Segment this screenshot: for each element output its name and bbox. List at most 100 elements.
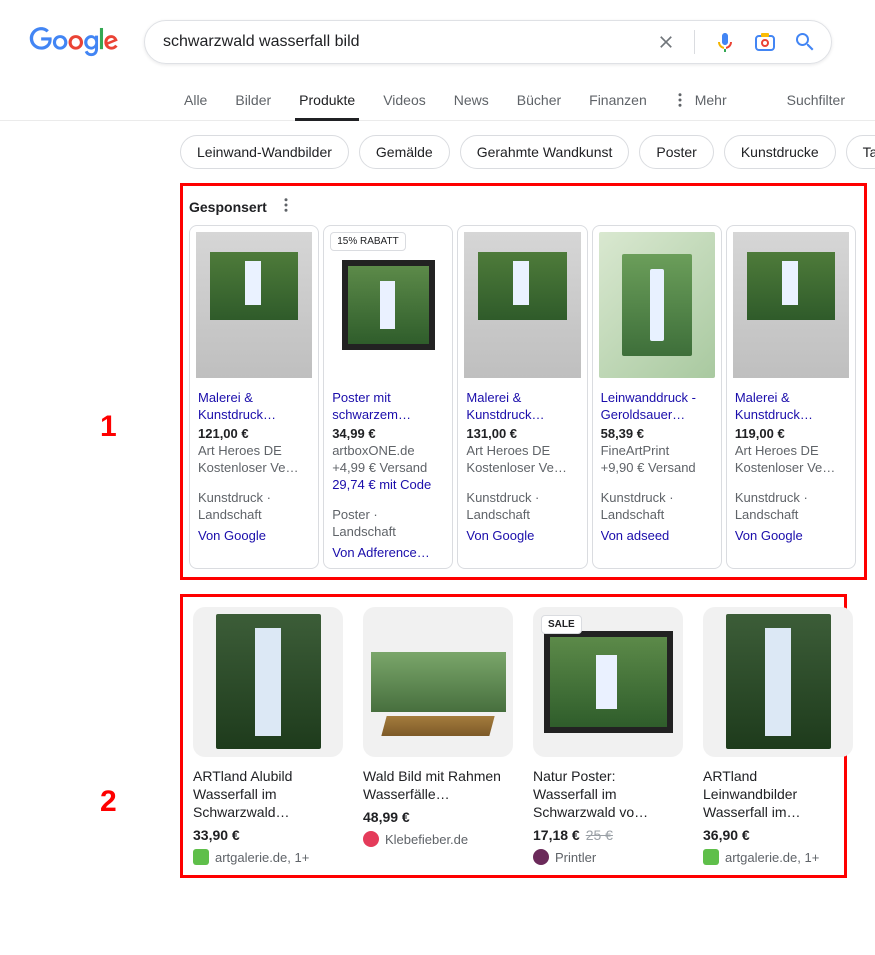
product-price: 121,00 €	[198, 426, 310, 441]
product-price: 58,39 €	[601, 426, 713, 441]
image-search-icon[interactable]	[753, 30, 777, 54]
product-seller: Printler	[533, 849, 683, 865]
sponsored-section: Gesponsert Malerei & Kunstdruck… 121,00 …	[180, 183, 867, 580]
product-source: Von Google	[198, 528, 310, 543]
organic-section: ARTland Alubild Wasserfall im Schwarzwal…	[180, 594, 847, 879]
product-title: Malerei & Kunstdruck…	[466, 390, 578, 424]
product-seller: Art Heroes DE	[735, 443, 847, 458]
product-promo: 29,74 € mit Code	[332, 477, 444, 492]
sponsored-cards: Malerei & Kunstdruck… 121,00 € Art Heroe…	[189, 225, 856, 569]
product-shipping: Kostenloser Ve…	[198, 460, 310, 475]
product-type: Kunstdruck ·Landschaft	[198, 489, 310, 524]
product-price: 119,00 €	[735, 426, 847, 441]
filter-chips: Leinwand-Wandbilder Gemälde Gerahmte Wan…	[0, 121, 875, 183]
search-input[interactable]	[159, 33, 656, 51]
product-type: Poster ·Landschaft	[332, 506, 444, 541]
sale-badge: SALE	[541, 615, 582, 634]
product-image	[190, 226, 318, 384]
product-title: Malerei & Kunstdruck…	[198, 390, 310, 424]
product-type: Kunstdruck ·Landschaft	[466, 489, 578, 524]
product-image: SALE	[533, 607, 683, 757]
product-price: 34,99 €	[332, 426, 444, 441]
favicon-icon	[363, 831, 379, 847]
chip[interactable]: Gemälde	[359, 135, 450, 169]
organic-card[interactable]: SALE Natur Poster: Wasserfall im Schwarz…	[533, 607, 683, 866]
chip[interactable]: Kunstdrucke	[724, 135, 836, 169]
product-source: Von Google	[466, 528, 578, 543]
product-image	[363, 607, 513, 757]
product-shipping: +4,99 € Versand	[332, 460, 444, 475]
tab-news[interactable]: News	[450, 80, 493, 120]
product-price: 48,99 €	[363, 809, 513, 825]
search-filter[interactable]: Suchfilter	[787, 92, 845, 108]
sponsored-card[interactable]: 15% RABATT Poster mit schwarzem… 34,99 €…	[323, 225, 453, 569]
product-price: 36,90 €	[703, 827, 853, 843]
favicon-icon	[193, 849, 209, 865]
product-price: 131,00 €	[466, 426, 578, 441]
product-type: Kunstdruck ·Landschaft	[735, 489, 847, 524]
clear-icon[interactable]	[656, 32, 676, 52]
product-title: Natur Poster: Wasserfall im Schwarzwald …	[533, 767, 683, 822]
product-price: 33,90 €	[193, 827, 343, 843]
product-image: 15% RABATT	[324, 226, 452, 384]
content: Gesponsert Malerei & Kunstdruck… 121,00 …	[0, 183, 875, 878]
product-image	[458, 226, 586, 384]
product-title: ARTland Alubild Wasserfall im Schwarzwal…	[193, 767, 343, 822]
google-logo[interactable]	[28, 27, 120, 57]
product-seller: Art Heroes DE	[466, 443, 578, 458]
product-source: Von adseed	[601, 528, 713, 543]
organic-card[interactable]: ARTland Alubild Wasserfall im Schwarzwal…	[193, 607, 343, 866]
sponsored-card[interactable]: Leinwanddruck - Geroldsauer… 58,39 € Fin…	[592, 225, 722, 569]
product-source: Von Adference…	[332, 545, 444, 560]
organic-card[interactable]: ARTland Leinwandbilder Wasserfall im… 36…	[703, 607, 853, 866]
discount-badge: 15% RABATT	[330, 232, 406, 251]
search-icon[interactable]	[793, 30, 817, 54]
annotation-marker-2: 2	[100, 785, 117, 819]
tab-finance[interactable]: Finanzen	[585, 80, 651, 120]
info-icon[interactable]	[277, 196, 295, 217]
tab-images[interactable]: Bilder	[231, 80, 275, 120]
product-price: 17,18 €25 €	[533, 827, 683, 843]
tab-all[interactable]: Alle	[180, 80, 211, 120]
chip[interactable]: Poster	[639, 135, 713, 169]
organic-card[interactable]: Wald Bild mit Rahmen Wasserfälle… 48,99 …	[363, 607, 513, 866]
header	[0, 0, 875, 74]
product-title: Wald Bild mit Rahmen Wasserfälle…	[363, 767, 513, 803]
product-image	[593, 226, 721, 384]
annotation-marker-1: 1	[100, 410, 117, 444]
product-seller: artgalerie.de, 1+	[193, 849, 343, 865]
sponsored-card[interactable]: Malerei & Kunstdruck… 119,00 € Art Heroe…	[726, 225, 856, 569]
organic-cards: ARTland Alubild Wasserfall im Schwarzwal…	[193, 607, 834, 866]
product-seller: artgalerie.de, 1+	[703, 849, 853, 865]
product-seller: FineArtPrint	[601, 443, 713, 458]
sponsored-card[interactable]: Malerei & Kunstdruck… 121,00 € Art Heroe…	[189, 225, 319, 569]
product-image	[727, 226, 855, 384]
product-image	[703, 607, 853, 757]
separator	[694, 30, 695, 54]
dots-vertical-icon	[671, 91, 689, 109]
original-price: 25 €	[586, 827, 613, 843]
tab-products[interactable]: Produkte	[295, 80, 359, 120]
favicon-icon	[533, 849, 549, 865]
sponsored-label: Gesponsert	[189, 199, 267, 215]
sponsored-header: Gesponsert	[189, 192, 856, 225]
product-title: Poster mit schwarzem…	[332, 390, 444, 424]
product-title: ARTland Leinwandbilder Wasserfall im…	[703, 767, 853, 822]
product-title: Leinwanddruck - Geroldsauer…	[601, 390, 713, 424]
product-shipping: +9,90 € Versand	[601, 460, 713, 475]
product-image	[193, 607, 343, 757]
tab-books[interactable]: Bücher	[513, 80, 565, 120]
tabs: Alle Bilder Produkte Videos News Bücher …	[180, 80, 727, 120]
tab-more[interactable]: Mehr	[671, 80, 727, 120]
tabs-row: Alle Bilder Produkte Videos News Bücher …	[0, 80, 875, 121]
chip[interactable]: Tap	[846, 135, 875, 169]
chip[interactable]: Gerahmte Wandkunst	[460, 135, 630, 169]
tab-videos[interactable]: Videos	[379, 80, 430, 120]
favicon-icon	[703, 849, 719, 865]
product-type: Kunstdruck ·Landschaft	[601, 489, 713, 524]
product-title: Malerei & Kunstdruck…	[735, 390, 847, 424]
product-seller: artboxONE.de	[332, 443, 444, 458]
chip[interactable]: Leinwand-Wandbilder	[180, 135, 349, 169]
sponsored-card[interactable]: Malerei & Kunstdruck… 131,00 € Art Heroe…	[457, 225, 587, 569]
voice-search-icon[interactable]	[713, 30, 737, 54]
